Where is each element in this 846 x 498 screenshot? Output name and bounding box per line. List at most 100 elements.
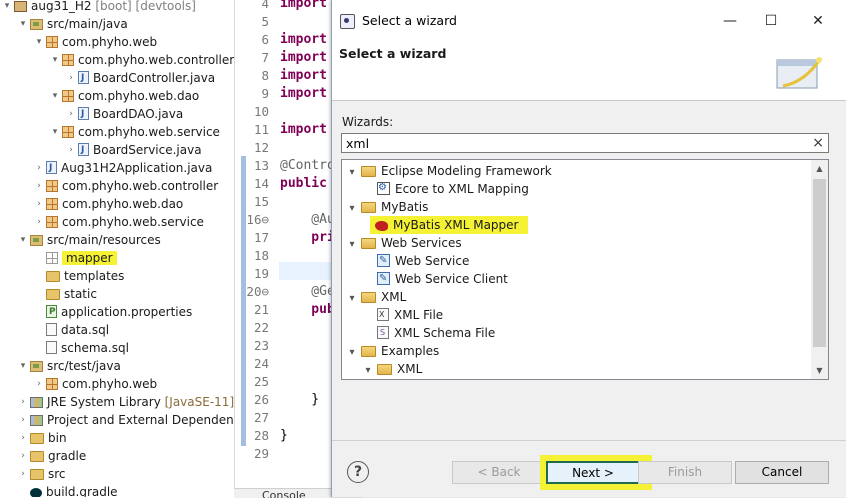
expanded-arrow-icon[interactable]: ▾ — [18, 357, 28, 375]
explorer-item[interactable]: ▾ src/main/java — [18, 15, 128, 33]
next-button[interactable]: Next > — [546, 461, 640, 484]
wizard-item[interactable]: Web Service Client — [362, 270, 508, 288]
wizard-item[interactable]: ▾ XML — [362, 360, 422, 378]
finish-button[interactable]: Finish — [638, 461, 732, 484]
explorer-item[interactable]: › com.phyho.web.controller — [34, 177, 218, 195]
wizard-item[interactable]: XML File — [362, 306, 443, 324]
collapsed-arrow-icon[interactable]: › — [34, 195, 44, 213]
explorer-item[interactable]: ▾ aug31_H2 [boot] [devtools] — [2, 0, 196, 15]
explorer-item[interactable]: application.properties — [34, 303, 192, 321]
explorer-item[interactable]: › bin — [18, 429, 66, 447]
wizard-label: Eclipse Modeling Framework — [381, 164, 552, 178]
explorer-item[interactable]: ▾ com.phyho.web.service — [50, 123, 220, 141]
scroll-down-arrow-icon[interactable]: ▼ — [811, 362, 828, 379]
explorer-item[interactable]: › BoardService.java — [66, 141, 201, 159]
expanded-arrow-icon[interactable]: ▾ — [50, 87, 60, 105]
expanded-arrow-icon[interactable]: ▾ — [18, 231, 28, 249]
wizard-entry: XML Schema File — [374, 324, 496, 342]
expanded-arrow-icon[interactable]: ▾ — [50, 123, 60, 141]
empty-package-icon — [46, 251, 58, 264]
explorer-item[interactable]: › com.phyho.web — [34, 375, 157, 393]
wizard-filter-field[interactable]: × — [341, 133, 829, 153]
explorer-item-label: Aug31H2Application.java — [61, 161, 213, 175]
wizard-item[interactable]: MyBatis XML Mapper — [362, 216, 529, 234]
explorer-item[interactable]: templates — [34, 267, 124, 285]
explorer-item[interactable]: data.sql — [34, 321, 109, 339]
minimize-button[interactable]: — — [714, 8, 746, 34]
wizard-item[interactable]: Web Service — [362, 252, 469, 270]
explorer-item[interactable]: mapper — [34, 249, 117, 267]
collapsed-arrow-icon[interactable]: › — [66, 69, 76, 87]
help-icon[interactable]: ? — [347, 461, 369, 483]
cancel-button[interactable]: Cancel — [735, 461, 829, 484]
wizard-tree-scrollbar[interactable]: ▲ ▼ — [811, 160, 828, 379]
explorer-item[interactable]: ▾ src/test/java — [18, 357, 121, 375]
wizard-item[interactable]: XML Schema File — [362, 324, 495, 342]
collapsed-arrow-icon[interactable]: › — [34, 213, 44, 231]
collapsed-arrow-icon[interactable]: › — [34, 375, 44, 393]
wizard-item[interactable]: Ecore to XML Mapping — [362, 179, 529, 198]
explorer-item[interactable]: build.gradle — [18, 483, 118, 497]
explorer-item[interactable]: › com.phyho.web.service — [34, 213, 204, 231]
expanded-arrow-icon[interactable]: ▾ — [346, 290, 358, 308]
code-line: @Au — [280, 212, 335, 227]
explorer-item[interactable]: › Aug31H2Application.java — [34, 159, 212, 177]
explorer-item[interactable]: › gradle — [18, 447, 86, 465]
explorer-item-label: static — [64, 287, 97, 301]
collapsed-arrow-icon[interactable]: › — [34, 177, 44, 195]
package-icon — [62, 89, 74, 102]
collapsed-arrow-icon[interactable]: › — [18, 429, 28, 447]
back-button[interactable]: < Back — [452, 461, 546, 484]
java-file-icon — [78, 141, 89, 159]
expanded-arrow-icon[interactable]: ▾ — [2, 0, 12, 15]
line-number: 19 — [253, 266, 269, 281]
wizard-category[interactable]: ▾ Web Services — [346, 234, 461, 254]
dialog-titlebar[interactable]: Select a wizard — ☐ ✕ — [332, 0, 846, 42]
collapsed-arrow-icon[interactable]: › — [18, 465, 28, 483]
explorer-item[interactable]: › src — [18, 465, 65, 483]
expanded-arrow-icon[interactable]: ▾ — [362, 362, 374, 379]
explorer-item[interactable]: › BoardDAO.java — [66, 105, 183, 123]
collapsed-arrow-icon[interactable]: › — [34, 159, 44, 177]
collapsed-arrow-icon[interactable]: › — [66, 141, 76, 159]
explorer-item[interactable]: › Project and External Dependencies — [18, 411, 234, 429]
wizard-label: XML Schema File — [394, 326, 496, 340]
explorer-item[interactable]: › BoardController.java — [66, 69, 215, 87]
wizard-category[interactable]: ▾ Eclipse Modeling Framework — [346, 162, 552, 182]
wizard-label: MyBatis — [381, 200, 429, 214]
clear-filter-icon[interactable]: × — [812, 134, 824, 152]
collapsed-arrow-icon[interactable]: › — [18, 393, 28, 411]
scroll-thumb[interactable] — [813, 179, 826, 347]
collapsed-arrow-icon[interactable]: › — [18, 411, 28, 429]
close-button[interactable]: ✕ — [802, 8, 834, 34]
expanded-arrow-icon[interactable]: ▾ — [346, 344, 358, 362]
expanded-arrow-icon[interactable]: ▾ — [346, 200, 358, 218]
wizard-category[interactable]: ▾ Examples — [346, 342, 439, 360]
expanded-arrow-icon[interactable]: ▾ — [18, 15, 28, 33]
expanded-arrow-icon[interactable]: ▾ — [346, 236, 358, 254]
collapsed-arrow-icon[interactable]: › — [18, 447, 28, 465]
explorer-item[interactable]: › JRE System Library [JavaSE-11] — [18, 393, 234, 411]
wizard-filter-input[interactable] — [342, 134, 810, 152]
expanded-arrow-icon[interactable]: ▾ — [346, 164, 358, 182]
expanded-arrow-icon[interactable]: ▾ — [50, 51, 60, 69]
code-editor[interactable]: 4 import java.util.Map; 5 6 import 7 import 8 im… — [234, 0, 335, 488]
explorer-item[interactable]: static — [34, 285, 97, 303]
line-number: 17 — [253, 230, 269, 245]
scroll-up-arrow-icon[interactable]: ▲ — [811, 160, 828, 177]
explorer-item[interactable]: ▾ com.phyho.web.dao — [50, 87, 200, 105]
expanded-arrow-icon[interactable]: ▾ — [34, 33, 44, 51]
explorer-item[interactable]: schema.sql — [34, 339, 129, 357]
package-icon — [46, 377, 58, 390]
code-line: @Ge — [280, 284, 335, 299]
explorer-item[interactable]: › com.phyho.web.dao — [34, 195, 183, 213]
line-number: 28 — [253, 428, 269, 443]
wizard-category[interactable]: ▾ MyBatis — [346, 198, 428, 216]
explorer-item[interactable]: ▾ src/main/resources — [18, 231, 161, 249]
maximize-button[interactable]: ☐ — [755, 8, 787, 34]
explorer-item[interactable]: ▾ com.phyho.web — [34, 33, 157, 51]
collapsed-arrow-icon[interactable]: › — [66, 105, 76, 123]
explorer-item[interactable]: ▾ com.phyho.web.controller — [50, 51, 234, 69]
wizard-tree[interactable]: ▲ ▼ ▾ Eclipse Modeling Framework Ecore to … — [341, 159, 829, 380]
wizard-category[interactable]: ▾ XML — [346, 288, 406, 306]
